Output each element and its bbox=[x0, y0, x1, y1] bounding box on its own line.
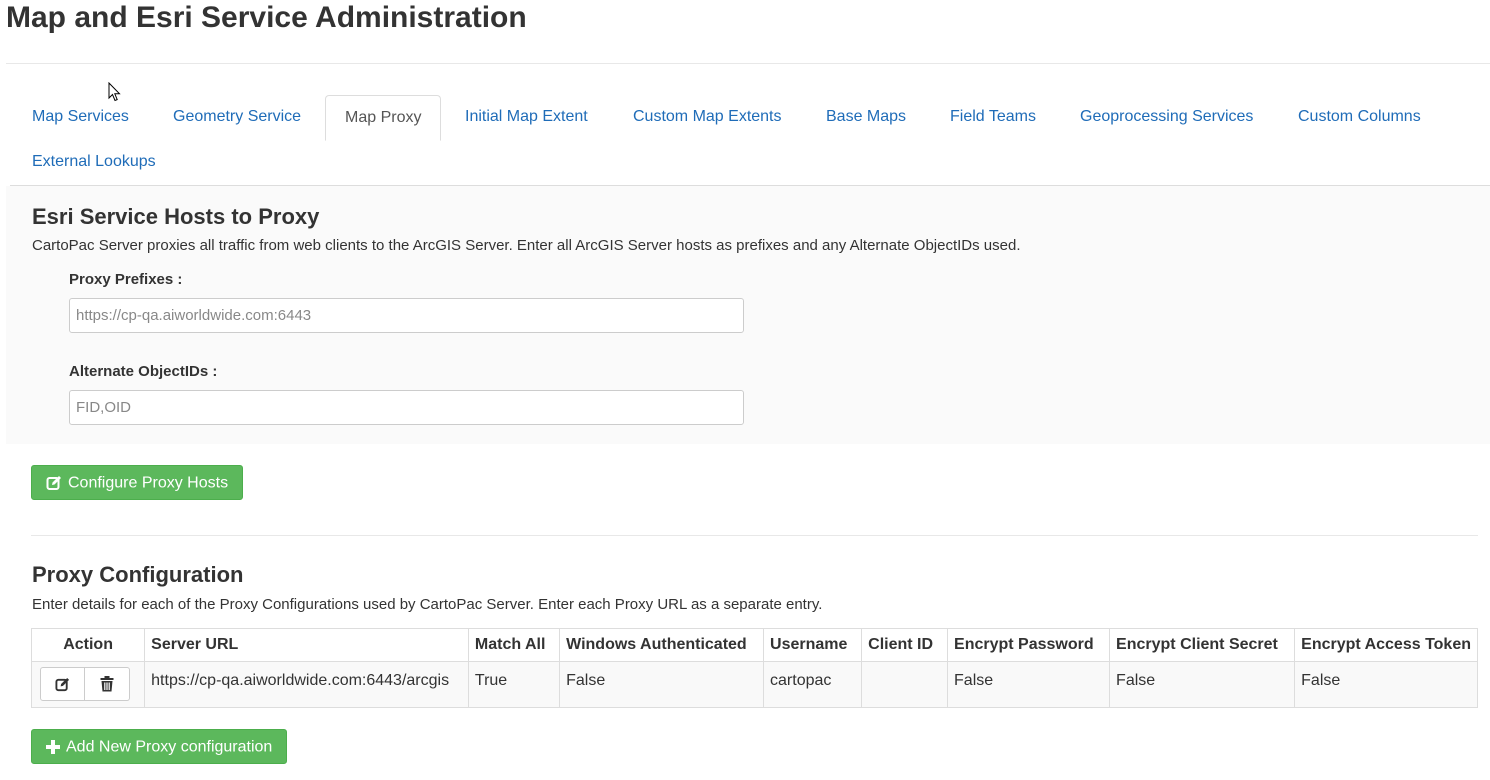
edit-icon bbox=[46, 475, 61, 490]
configure-proxy-hosts-button[interactable]: Configure Proxy Hosts bbox=[31, 465, 244, 500]
add-new-proxy-button[interactable]: Add New Proxy configuration bbox=[31, 729, 288, 764]
column-header-username: Username bbox=[763, 628, 863, 662]
column-header-client-id: Client ID bbox=[861, 628, 949, 662]
table-header-row: Action Server URL Match All Windows Auth… bbox=[30, 628, 1478, 662]
tab-map-proxy[interactable]: Map Proxy bbox=[325, 95, 442, 141]
proxy-config-table: Action Server URL Match All Windows Auth… bbox=[30, 628, 1478, 708]
cell-match-all: True bbox=[467, 661, 561, 708]
column-header-encrypt-access-token: Encrypt Access Token bbox=[1294, 628, 1478, 662]
proxy-prefixes-input[interactable] bbox=[69, 298, 744, 333]
tab-bar: Map Services Geometry Service Map Proxy … bbox=[10, 95, 1490, 186]
configure-proxy-hosts-label: Configure Proxy Hosts bbox=[68, 474, 229, 492]
cell-encrypt-access-token: False bbox=[1294, 661, 1478, 708]
cell-server-url: https://cp-qa.aiworldwide.com:6443/arcgi… bbox=[144, 661, 469, 708]
page-title: Map and Esri Service Administration bbox=[6, 1, 527, 34]
tab-initial-map-extent[interactable]: Initial Map Extent bbox=[443, 95, 610, 139]
alternate-objectids-input[interactable] bbox=[69, 390, 744, 425]
section-divider bbox=[31, 535, 1478, 536]
cell-encrypt-password: False bbox=[947, 661, 1111, 708]
cell-username: cartopac bbox=[763, 661, 863, 708]
row-action-buttons bbox=[40, 667, 136, 701]
tab-geometry-service[interactable]: Geometry Service bbox=[151, 95, 323, 139]
column-header-encrypt-client-secret: Encrypt Client Secret bbox=[1109, 628, 1296, 662]
trash-icon bbox=[100, 676, 114, 692]
tab-base-maps[interactable]: Base Maps bbox=[804, 95, 928, 139]
column-header-server-url: Server URL bbox=[144, 628, 469, 662]
tab-map-services[interactable]: Map Services bbox=[10, 95, 151, 139]
title-divider bbox=[6, 63, 1490, 64]
edit-row-button[interactable] bbox=[40, 667, 85, 701]
tab-custom-map-extents[interactable]: Custom Map Extents bbox=[611, 95, 804, 139]
add-new-proxy-label: Add New Proxy configuration bbox=[66, 738, 273, 756]
action-cell bbox=[30, 661, 146, 708]
proxy-config-title: Proxy Configuration bbox=[32, 562, 244, 587]
proxy-config-description: Enter details for each of the Proxy Conf… bbox=[32, 596, 823, 613]
cell-client-id bbox=[861, 661, 949, 708]
plus-icon bbox=[46, 739, 60, 754]
column-header-action: Action bbox=[30, 628, 146, 662]
delete-row-button[interactable] bbox=[85, 667, 130, 701]
edit-icon bbox=[55, 677, 70, 691]
tab-custom-columns[interactable]: Custom Columns bbox=[1276, 95, 1443, 139]
column-header-encrypt-password: Encrypt Password bbox=[947, 628, 1111, 662]
tab-geoprocessing-services[interactable]: Geoprocessing Services bbox=[1058, 95, 1275, 139]
tab-external-lookups[interactable]: External Lookups bbox=[10, 140, 178, 184]
cell-windows-authenticated: False bbox=[559, 661, 765, 708]
hosts-section-title: Esri Service Hosts to Proxy bbox=[32, 204, 320, 229]
column-header-match-all: Match All bbox=[467, 628, 561, 662]
proxy-prefixes-label: Proxy Prefixes : bbox=[69, 271, 183, 288]
tab-field-teams[interactable]: Field Teams bbox=[928, 95, 1058, 139]
cell-encrypt-client-secret: False bbox=[1109, 661, 1296, 708]
table-row: https://cp-qa.aiworldwide.com:6443/arcgi… bbox=[30, 661, 1478, 708]
column-header-windows-authenticated: Windows Authenticated bbox=[559, 628, 765, 662]
hosts-section-description: CartoPac Server proxies all traffic from… bbox=[32, 237, 1021, 254]
alternate-objectids-label: Alternate ObjectIDs : bbox=[69, 363, 218, 380]
